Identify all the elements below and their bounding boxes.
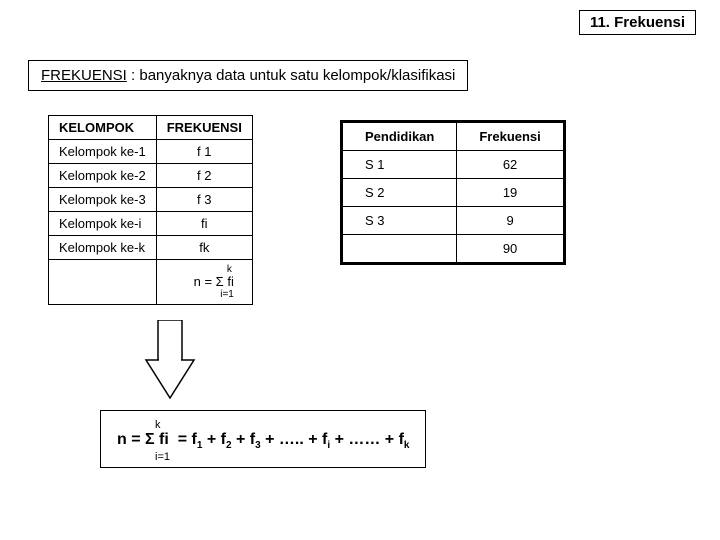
equation-main: n = Σ fi = f1 + f2 + f3 + ….. + fi + …… …	[117, 431, 409, 448]
table-row: S 1 62	[342, 151, 565, 179]
equation-sub: i=1	[155, 451, 409, 463]
cell: fk	[156, 236, 252, 260]
cell: 19	[457, 179, 564, 207]
table-row: S 2 19	[342, 179, 565, 207]
definition-term: FREKUENSI	[41, 67, 127, 84]
table-kelompok: KELOMPOK FREKUENSI Kelompok ke-1 f 1 Kel…	[48, 115, 253, 305]
cell: Kelompok ke-k	[49, 236, 157, 260]
page-title: 11. Frekuensi	[579, 10, 696, 35]
table-row: Pendidikan Frekuensi	[342, 122, 565, 151]
cell: Kelompok ke-1	[49, 140, 157, 164]
cell: 62	[457, 151, 564, 179]
cell: Kelompok ke-i	[49, 212, 157, 236]
cell: S 1	[342, 151, 457, 179]
col-header-kelompok: KELOMPOK	[49, 116, 157, 140]
equation-box: k n = Σ fi = f1 + f2 + f3 + ….. + fi + ……	[100, 410, 426, 468]
definition-text: : banyaknya data untuk satu kelompok/kla…	[127, 67, 456, 84]
cell-empty	[342, 235, 457, 264]
cell: Kelompok ke-3	[49, 188, 157, 212]
table-pendidikan: Pendidikan Frekuensi S 1 62 S 2 19 S 3 9…	[340, 120, 566, 265]
table-row: Kelompok ke-k fk	[49, 236, 253, 260]
col-header-pendidikan: Pendidikan	[342, 122, 457, 151]
cell: f 1	[156, 140, 252, 164]
table-row: k n = Σ fi i=1	[49, 260, 253, 305]
table-row: S 3 9	[342, 207, 565, 235]
arrow-down-icon	[140, 320, 200, 400]
table-row: 90	[342, 235, 565, 264]
table-row: Kelompok ke-2 f 2	[49, 164, 253, 188]
cell: S 2	[342, 179, 457, 207]
cell: Kelompok ke-2	[49, 164, 157, 188]
equation-sup: k	[155, 419, 409, 431]
cell: S 3	[342, 207, 457, 235]
col-header-frekuensi: Frekuensi	[457, 122, 564, 151]
cell: f 2	[156, 164, 252, 188]
col-header-frekuensi: FREKUENSI	[156, 116, 252, 140]
cell-formula: k n = Σ fi i=1	[156, 260, 252, 305]
table-row: Kelompok ke-3 f 3	[49, 188, 253, 212]
cell-empty	[49, 260, 157, 305]
cell: fi	[156, 212, 252, 236]
table-row: Kelompok ke-1 f 1	[49, 140, 253, 164]
table-row: Kelompok ke-i fi	[49, 212, 253, 236]
table-row: KELOMPOK FREKUENSI	[49, 116, 253, 140]
formula-sub: i=1	[167, 289, 234, 300]
formula-main: n = Σ fi	[167, 275, 234, 289]
definition-box: FREKUENSI : banyaknya data untuk satu ke…	[28, 60, 468, 91]
cell: f 3	[156, 188, 252, 212]
cell: 9	[457, 207, 564, 235]
cell-total: 90	[457, 235, 564, 264]
